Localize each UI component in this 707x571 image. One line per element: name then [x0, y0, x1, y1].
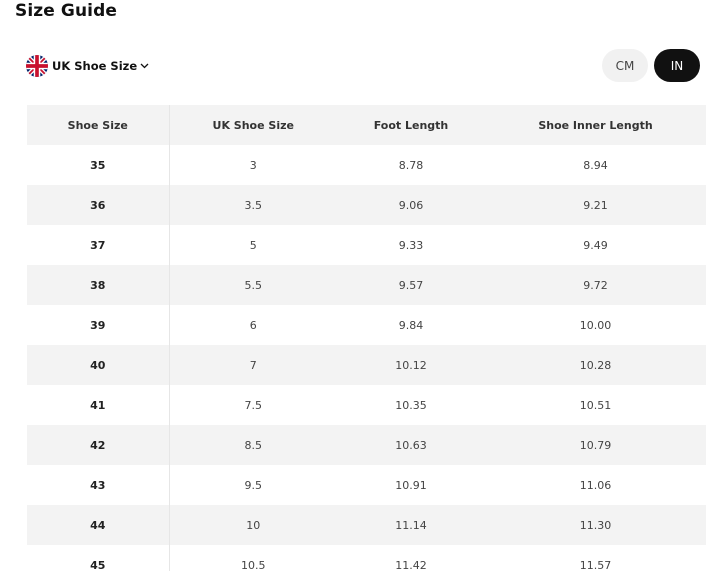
cell-shoe-size: 38	[27, 265, 170, 305]
cell-shoe-size: 39	[27, 305, 170, 345]
cell-uk-size: 5	[249, 238, 257, 252]
page-title: Size Guide	[15, 1, 117, 21]
cell-inner-length: 9.49	[583, 238, 608, 252]
cell-inner-length: 10.00	[579, 318, 612, 332]
size-table-container: Shoe Size UK Shoe Size Foot Length Shoe …	[27, 105, 706, 571]
cell-inner-length: 9.72	[485, 265, 706, 305]
table-row: 39 6 9.84 10.00	[27, 305, 706, 345]
table-row: 38 5.5 9.57 9.72	[27, 265, 706, 305]
header-uk-shoe-size: UK Shoe Size	[169, 105, 337, 145]
cell-foot-length: 9.33	[398, 238, 424, 252]
cell-foot-length: 10.63	[337, 425, 485, 465]
cell-inner-length: 11.57	[579, 558, 612, 571]
cell-inner-length: 11.06	[579, 478, 612, 492]
cell-inner-length: 10.28	[485, 345, 706, 385]
unit-cm-button[interactable]: CM	[602, 49, 648, 82]
table-row: 43 9.5 10.91 11.06	[27, 465, 706, 505]
cell-inner-length: 9.21	[485, 185, 706, 225]
header-foot-length: Foot Length	[337, 105, 485, 145]
header-shoe-size: Shoe Size	[27, 105, 170, 145]
table-row: 45 10.5 11.42 11.57	[27, 545, 706, 571]
cell-uk-size: 3.5	[169, 185, 337, 225]
cell-inner-length: 10.79	[485, 425, 706, 465]
cell-foot-length: 9.57	[337, 265, 485, 305]
cell-shoe-size: 43	[27, 465, 170, 505]
chevron-down-icon	[140, 63, 149, 69]
cell-uk-size: 10	[169, 505, 337, 545]
cell-inner-length: 10.51	[579, 398, 612, 412]
cell-foot-length: 9.06	[337, 185, 485, 225]
region-size-label: UK Shoe Size	[52, 59, 138, 73]
cell-shoe-size: 44	[27, 505, 170, 545]
cell-uk-size: 9.5	[244, 478, 263, 492]
cell-inner-length: 11.30	[485, 505, 706, 545]
cell-foot-length: 10.35	[395, 398, 427, 412]
table-row: 36 3.5 9.06 9.21	[27, 185, 706, 225]
cell-uk-size: 5.5	[169, 265, 337, 305]
table-row: 37 5 9.33 9.49	[27, 225, 706, 265]
cell-shoe-size: 40	[27, 345, 170, 385]
table-header-row: Shoe Size UK Shoe Size Foot Length Shoe …	[27, 105, 706, 145]
cell-uk-size: 6	[249, 318, 257, 332]
unit-in-button[interactable]: IN	[654, 49, 700, 82]
table-row: 41 7.5 10.35 10.51	[27, 385, 706, 425]
cell-uk-size: 3	[249, 158, 257, 172]
cell-shoe-size: 35	[27, 145, 170, 185]
cell-shoe-size: 37	[27, 225, 170, 265]
table-row: 42 8.5 10.63 10.79	[27, 425, 706, 465]
table-row: 35 3 8.78 8.94	[27, 145, 706, 185]
cell-inner-length: 8.94	[583, 158, 608, 172]
table-row: 44 10 11.14 11.30	[27, 505, 706, 545]
cell-foot-length: 9.84	[398, 318, 424, 332]
table-row: 40 7 10.12 10.28	[27, 345, 706, 385]
unit-toggle: CM IN	[602, 49, 700, 82]
cell-uk-size: 8.5	[169, 425, 337, 465]
header-shoe-inner-length: Shoe Inner Length	[485, 105, 706, 145]
cell-shoe-size: 42	[27, 425, 170, 465]
uk-flag-icon	[26, 55, 48, 77]
cell-uk-size: 7.5	[244, 398, 263, 412]
cell-shoe-size: 45	[27, 545, 170, 571]
cell-foot-length: 10.91	[395, 478, 427, 492]
cell-shoe-size: 41	[27, 385, 170, 425]
cell-foot-length: 11.42	[395, 558, 427, 571]
cell-shoe-size: 36	[27, 185, 170, 225]
cell-uk-size: 10.5	[241, 558, 266, 571]
cell-foot-length: 8.78	[398, 158, 424, 172]
size-table: Shoe Size UK Shoe Size Foot Length Shoe …	[27, 105, 706, 571]
region-size-dropdown[interactable]: UK Shoe Size	[26, 54, 149, 78]
cell-foot-length: 10.12	[337, 345, 485, 385]
cell-uk-size: 7	[169, 345, 337, 385]
size-guide-page: Size Guide UK Shoe Size CM IN Shoe Size …	[0, 0, 707, 571]
cell-foot-length: 11.14	[337, 505, 485, 545]
